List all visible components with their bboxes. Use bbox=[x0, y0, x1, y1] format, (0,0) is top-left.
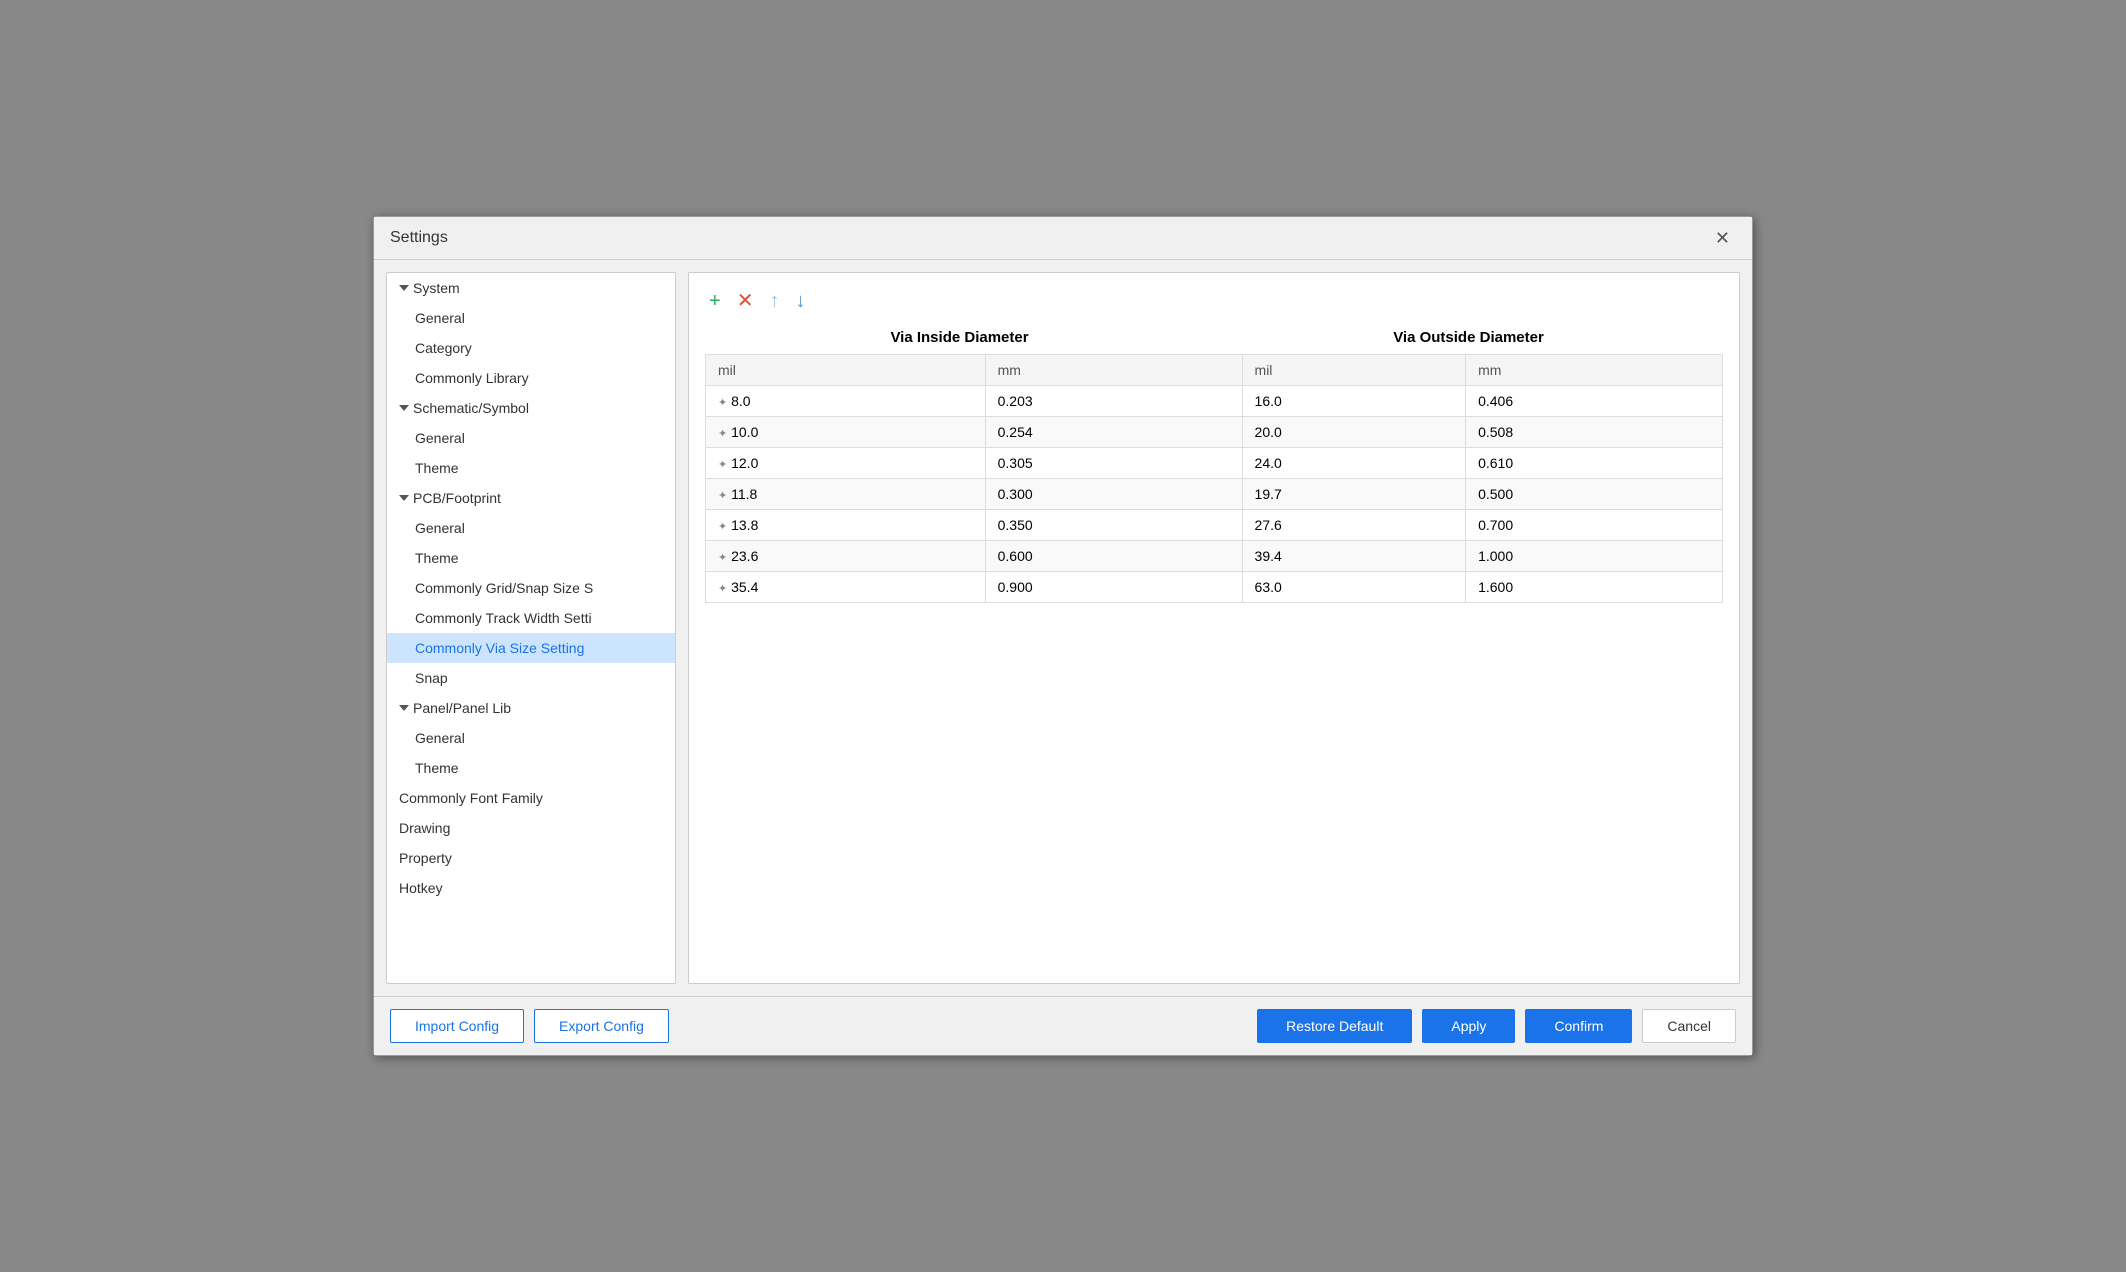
sidebar-item-pcb-grid-snap[interactable]: Commonly Grid/Snap Size S bbox=[387, 573, 675, 603]
expand-icon bbox=[399, 705, 409, 711]
table-row: ✦ 13.80.35027.60.700 bbox=[706, 510, 1723, 541]
sidebar-item-system-category[interactable]: Category bbox=[387, 333, 675, 363]
table-row: ✦ 8.00.20316.00.406 bbox=[706, 386, 1723, 417]
table-row: ✦ 35.40.90063.01.600 bbox=[706, 572, 1723, 603]
cell-inside-mm: 0.900 bbox=[985, 572, 1242, 603]
main-content: + ✕ ↑ ↓ Via Inside Diameter Via Outside … bbox=[688, 272, 1740, 984]
add-button[interactable]: + bbox=[705, 289, 725, 313]
cell-inside-mm: 0.350 bbox=[985, 510, 1242, 541]
confirm-button[interactable]: Confirm bbox=[1525, 1009, 1632, 1043]
cell-outside-mm: 0.700 bbox=[1466, 510, 1723, 541]
remove-button[interactable]: ✕ bbox=[733, 289, 758, 313]
sidebar-item-commonly-font[interactable]: Commonly Font Family bbox=[387, 783, 675, 813]
sidebar-item-system[interactable]: System bbox=[387, 273, 675, 303]
cell-outside-mil: 16.0 bbox=[1242, 386, 1466, 417]
restore-default-button[interactable]: Restore Default bbox=[1257, 1009, 1412, 1043]
cell-outside-mil: 63.0 bbox=[1242, 572, 1466, 603]
sidebar-item-pcb-via-size[interactable]: Commonly Via Size Setting bbox=[387, 633, 675, 663]
cell-outside-mil: 19.7 bbox=[1242, 479, 1466, 510]
via-inside-diameter-header: Via Inside Diameter bbox=[705, 329, 1214, 346]
cell-inside-mil: ✦ 11.8 bbox=[706, 479, 986, 510]
table-section-headers: Via Inside Diameter Via Outside Diameter bbox=[705, 329, 1723, 346]
sidebar-item-pcb-theme[interactable]: Theme bbox=[387, 543, 675, 573]
expand-icon bbox=[399, 285, 409, 291]
dialog-title: Settings bbox=[390, 229, 448, 247]
export-config-button[interactable]: Export Config bbox=[534, 1009, 669, 1043]
cell-outside-mil: 24.0 bbox=[1242, 448, 1466, 479]
cell-inside-mm: 0.254 bbox=[985, 417, 1242, 448]
sidebar-item-panel-general[interactable]: General bbox=[387, 723, 675, 753]
expand-icon bbox=[399, 495, 409, 501]
sidebar-item-label: Schematic/Symbol bbox=[413, 400, 529, 416]
sidebar-item-panel-lib[interactable]: Panel/Panel Lib bbox=[387, 693, 675, 723]
sidebar-item-pcb-footprint[interactable]: PCB/Footprint bbox=[387, 483, 675, 513]
col-outside-mil: mil bbox=[1242, 355, 1466, 386]
sidebar-item-property[interactable]: Property bbox=[387, 843, 675, 873]
cell-outside-mil: 39.4 bbox=[1242, 541, 1466, 572]
cancel-button[interactable]: Cancel bbox=[1642, 1009, 1736, 1043]
dialog-footer: Import Config Export Config Restore Defa… bbox=[374, 996, 1752, 1055]
cell-outside-mil: 20.0 bbox=[1242, 417, 1466, 448]
cell-inside-mil: ✦ 13.8 bbox=[706, 510, 986, 541]
sidebar-item-hotkey[interactable]: Hotkey bbox=[387, 873, 675, 903]
sidebar-item-drawing[interactable]: Drawing bbox=[387, 813, 675, 843]
cell-outside-mm: 0.406 bbox=[1466, 386, 1723, 417]
table-row: ✦ 12.00.30524.00.610 bbox=[706, 448, 1723, 479]
cell-inside-mm: 0.305 bbox=[985, 448, 1242, 479]
sidebar-item-system-general[interactable]: General bbox=[387, 303, 675, 333]
cell-outside-mm: 1.600 bbox=[1466, 572, 1723, 603]
col-inside-mil: mil bbox=[706, 355, 986, 386]
cell-outside-mm: 1.000 bbox=[1466, 541, 1723, 572]
sidebar-item-schematic-symbol[interactable]: Schematic/Symbol bbox=[387, 393, 675, 423]
cell-outside-mm: 0.500 bbox=[1466, 479, 1723, 510]
cell-inside-mil: ✦ 12.0 bbox=[706, 448, 986, 479]
footer-right: Restore Default Apply Confirm Cancel bbox=[1257, 1009, 1736, 1043]
cell-inside-mil: ✦ 10.0 bbox=[706, 417, 986, 448]
cell-inside-mil: ✦ 8.0 bbox=[706, 386, 986, 417]
cell-inside-mil: ✦ 35.4 bbox=[706, 572, 986, 603]
sidebar-item-pcb-snap[interactable]: Snap bbox=[387, 663, 675, 693]
cell-outside-mm: 0.610 bbox=[1466, 448, 1723, 479]
dialog-header: Settings ✕ bbox=[374, 217, 1752, 260]
move-up-button[interactable]: ↑ bbox=[765, 289, 783, 313]
cell-outside-mm: 0.508 bbox=[1466, 417, 1723, 448]
sidebar-item-label: Panel/Panel Lib bbox=[413, 700, 511, 716]
expand-icon bbox=[399, 405, 409, 411]
sidebar-item-pcb-general[interactable]: General bbox=[387, 513, 675, 543]
via-table: mil mm mil mm ✦ 8.00.20316.00.406✦ 10.00… bbox=[705, 354, 1723, 603]
table-row: ✦ 11.80.30019.70.500 bbox=[706, 479, 1723, 510]
sidebar-item-label: System bbox=[413, 280, 460, 296]
via-outside-diameter-header: Via Outside Diameter bbox=[1214, 329, 1723, 346]
table-row: ✦ 10.00.25420.00.508 bbox=[706, 417, 1723, 448]
footer-left: Import Config Export Config bbox=[390, 1009, 669, 1043]
import-config-button[interactable]: Import Config bbox=[390, 1009, 524, 1043]
cell-inside-mil: ✦ 23.6 bbox=[706, 541, 986, 572]
sidebar-item-pcb-track-width[interactable]: Commonly Track Width Setti bbox=[387, 603, 675, 633]
sidebar-item-panel-theme[interactable]: Theme bbox=[387, 753, 675, 783]
close-button[interactable]: ✕ bbox=[1709, 227, 1736, 249]
toolbar: + ✕ ↑ ↓ bbox=[705, 289, 1723, 313]
table-header-row: mil mm mil mm bbox=[706, 355, 1723, 386]
dialog-body: SystemGeneralCategoryCommonly LibrarySch… bbox=[374, 260, 1752, 996]
col-outside-mm: mm bbox=[1466, 355, 1723, 386]
table-row: ✦ 23.60.60039.41.000 bbox=[706, 541, 1723, 572]
sidebar-item-system-commonly-library[interactable]: Commonly Library bbox=[387, 363, 675, 393]
cell-inside-mm: 0.203 bbox=[985, 386, 1242, 417]
apply-button[interactable]: Apply bbox=[1422, 1009, 1515, 1043]
cell-inside-mm: 0.600 bbox=[985, 541, 1242, 572]
cell-inside-mm: 0.300 bbox=[985, 479, 1242, 510]
sidebar-item-schematic-theme[interactable]: Theme bbox=[387, 453, 675, 483]
sidebar-item-label: PCB/Footprint bbox=[413, 490, 501, 506]
col-inside-mm: mm bbox=[985, 355, 1242, 386]
cell-outside-mil: 27.6 bbox=[1242, 510, 1466, 541]
sidebar-item-schematic-general[interactable]: General bbox=[387, 423, 675, 453]
settings-dialog: Settings ✕ SystemGeneralCategoryCommonly… bbox=[373, 216, 1753, 1056]
move-down-button[interactable]: ↓ bbox=[791, 289, 809, 313]
sidebar: SystemGeneralCategoryCommonly LibrarySch… bbox=[386, 272, 676, 984]
